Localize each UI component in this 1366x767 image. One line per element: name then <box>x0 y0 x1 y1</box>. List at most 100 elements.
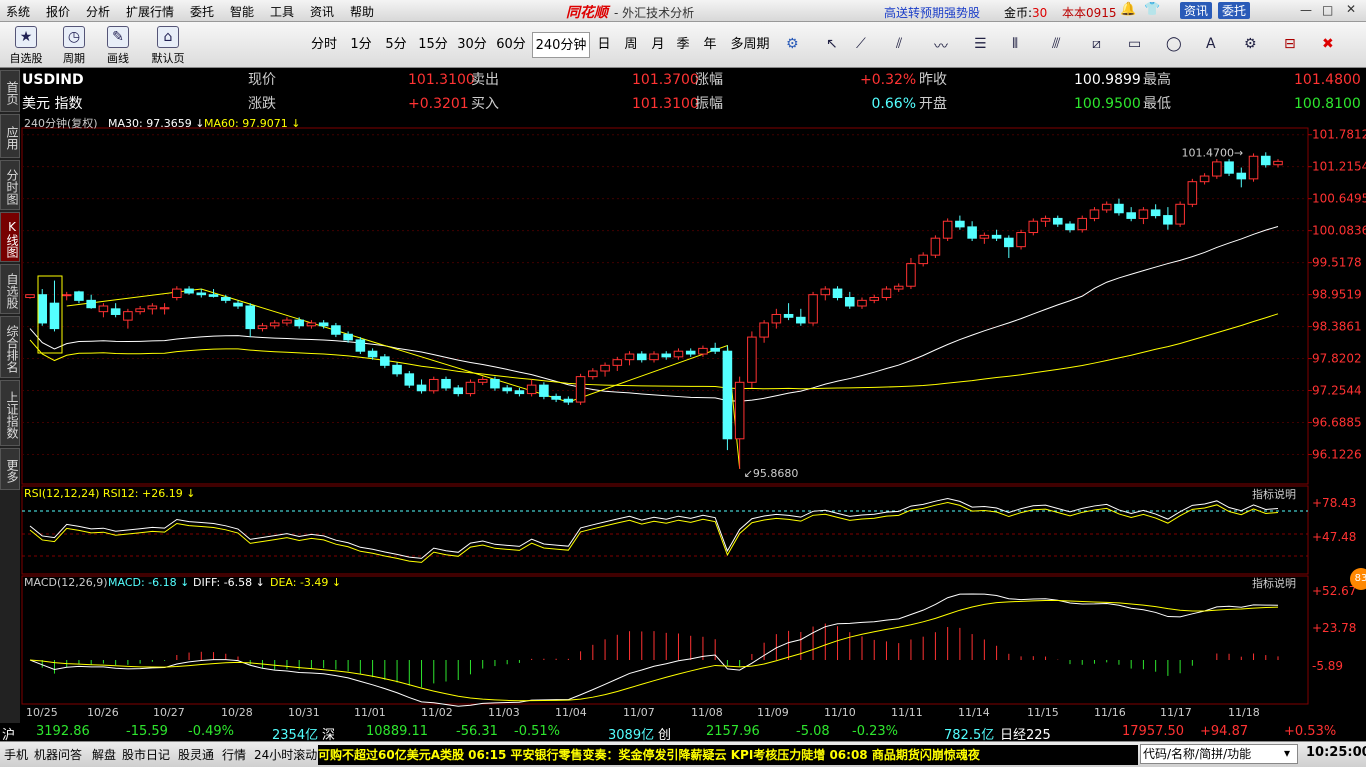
candle-body <box>1077 217 1088 231</box>
candle-body <box>331 325 341 335</box>
candle-body <box>1224 161 1234 174</box>
candle-body <box>734 381 745 440</box>
candle-body <box>208 294 219 297</box>
candle-body <box>1175 203 1185 225</box>
ma30-legend: MA30: 97.3659 ↓ <box>108 117 204 130</box>
date-label: 11/02 <box>421 706 453 719</box>
date-label: 10/26 <box>87 706 119 719</box>
notification-badge[interactable]: 83 <box>1350 568 1366 590</box>
sz-value: 10889.11 <box>366 724 429 739</box>
search-input[interactable]: 代码/名称/简拼/功能 <box>1140 744 1298 764</box>
candle-body <box>49 302 60 330</box>
task-market-review[interactable]: 解盘 <box>92 746 116 763</box>
date-label: 11/16 <box>1094 706 1126 719</box>
candle-body <box>1089 209 1100 219</box>
price-axis-label: 99.5178 <box>1312 256 1362 270</box>
candle-body <box>869 297 880 301</box>
candle-body <box>1199 175 1210 183</box>
candle-body <box>526 384 537 395</box>
candle-body <box>453 387 464 395</box>
date-label: 10/28 <box>221 706 253 719</box>
candle-body <box>759 322 769 338</box>
candle-body <box>74 291 84 301</box>
price-axis-label: 100.0836 <box>1312 224 1366 238</box>
candle-body <box>465 381 476 395</box>
date-label: 11/08 <box>691 706 723 719</box>
task-gulingtong[interactable]: 股灵通 <box>178 746 214 763</box>
date-label: 11/04 <box>555 706 587 719</box>
cy-value: 2157.96 <box>706 724 760 739</box>
candle-body <box>1248 155 1259 180</box>
candle-body <box>184 288 194 294</box>
rsi-axis-label: +78.43 <box>1312 496 1356 510</box>
date-label: 11/15 <box>1027 706 1059 719</box>
candle-body <box>1260 155 1271 166</box>
candle-body <box>1114 203 1124 214</box>
candle-body <box>820 288 831 296</box>
candle-body <box>918 254 928 265</box>
candle-body <box>1126 212 1136 219</box>
price-axis-label: 98.9519 <box>1312 288 1362 302</box>
candle-body <box>1028 220 1039 234</box>
candle-body <box>86 299 96 309</box>
candle-body <box>1040 217 1051 222</box>
candle-body <box>392 364 402 375</box>
date-label: 10/31 <box>288 706 320 719</box>
candle-body <box>783 313 794 318</box>
candle-body <box>123 311 133 321</box>
rsi-legend: RSI(12,12,24) RSI12: +26.19 ↓ <box>24 487 195 500</box>
candle-body <box>551 395 561 400</box>
price-axis-label: 97.8202 <box>1312 352 1362 366</box>
price-axis-label: 97.2544 <box>1312 384 1362 398</box>
candle-body <box>575 376 586 403</box>
candle-body <box>1138 209 1149 219</box>
candle-body <box>147 305 158 310</box>
candle-body <box>710 347 720 352</box>
candle-body <box>367 350 378 358</box>
date-label: 11/17 <box>1160 706 1192 719</box>
candle-body <box>832 288 843 299</box>
candle-body <box>416 384 427 392</box>
candle-body <box>808 294 818 324</box>
candle-body <box>428 378 439 392</box>
period-legend: 240分钟(复权) <box>24 116 98 130</box>
task-robot-qa[interactable]: 机器问答 <box>34 746 82 763</box>
task-quotes[interactable]: 行情 <box>222 746 246 763</box>
cy-change: -5.08 <box>796 724 830 739</box>
price-axis-label: 96.1226 <box>1312 447 1362 461</box>
macd-legend-dea: DEA: -3.49 ↓ <box>270 576 341 589</box>
sh-change: -15.59 <box>126 724 168 739</box>
macd-axis-label: +52.67 <box>1312 584 1356 598</box>
date-label: 11/03 <box>488 706 520 719</box>
candle-body <box>673 350 684 358</box>
date-label: 11/01 <box>354 706 386 719</box>
date-label: 11/07 <box>623 706 655 719</box>
task-diary[interactable]: 股市日记 <box>122 746 170 763</box>
task-24h-news[interactable]: 24小时滚动 <box>254 746 317 763</box>
macd-legend-prefix: MACD(12,26,9) <box>24 576 108 589</box>
candle-body <box>61 294 72 297</box>
rsi-panel-frame <box>21 485 1309 575</box>
date-label: 11/11 <box>891 706 923 719</box>
candle-body <box>245 305 256 330</box>
candle-body <box>25 294 35 299</box>
candle-body <box>747 336 757 383</box>
sz-percent: -0.51% <box>514 724 560 739</box>
macd-panel-frame <box>21 575 1309 705</box>
search-dropdown-icon[interactable]: ▾ <box>1284 746 1290 760</box>
candle-body <box>698 347 708 355</box>
candle-body <box>110 308 121 315</box>
candle-body <box>955 220 965 228</box>
candle-body <box>906 263 916 287</box>
candle-body <box>661 353 672 358</box>
task-mobile[interactable]: 手机 <box>4 746 28 763</box>
price-axis-label: 96.6885 <box>1312 415 1362 429</box>
candle-body <box>1212 161 1222 177</box>
kline-chart[interactable]: 101.7812 101.2154 100.6495 100.0836 99.5178 9… <box>0 0 1366 767</box>
candle-body <box>318 322 329 327</box>
candle-body <box>1004 237 1014 248</box>
candle-body <box>857 299 867 307</box>
news-ticker[interactable]: 可购不超过60亿美元A类股 06:15 平安银行零售变奏：奖金停发引降薪疑云 K… <box>318 745 1138 765</box>
date-label: 11/14 <box>958 706 990 719</box>
high-label: 101.4700→ <box>1182 146 1244 159</box>
